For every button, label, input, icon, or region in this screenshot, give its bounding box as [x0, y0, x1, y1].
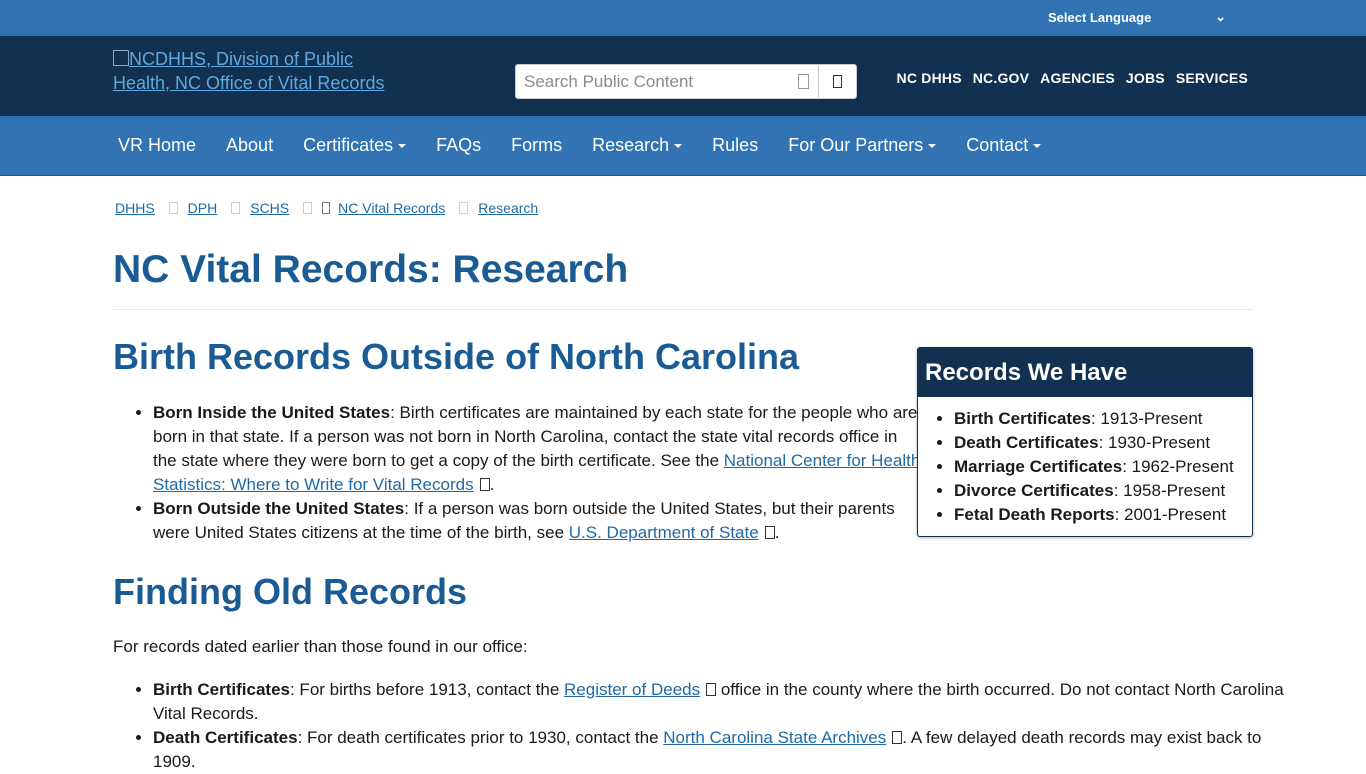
chevron-right-icon	[231, 202, 241, 214]
chevron-right-icon	[459, 202, 469, 214]
search-icon	[833, 75, 842, 88]
main-nav: VR Home About Certificates FAQs Forms Re…	[0, 116, 1366, 176]
chevron-down-icon: ⌄	[1215, 9, 1226, 24]
list-item: Born Outside the United States: If a per…	[153, 497, 923, 545]
top-link-services[interactable]: SERVICES	[1176, 70, 1248, 86]
nav-item-certificates[interactable]: Certificates	[288, 116, 421, 175]
nc-state-archives-link[interactable]: North Carolina State Archives	[663, 728, 886, 747]
chevron-right-icon	[168, 202, 178, 214]
search-box	[515, 64, 857, 99]
records-we-have-card: Records We Have Birth Certificates: 1913…	[917, 347, 1253, 537]
old-records-list: Birth Certificates: For births before 19…	[113, 678, 1293, 774]
external-link-icon	[892, 731, 903, 744]
nav-item-rules[interactable]: Rules	[697, 116, 773, 175]
top-links: NC DHHS NC.GOV AGENCIES JOBS SERVICES	[897, 70, 1248, 86]
list-item: Marriage Certificates: 1962-Present	[954, 455, 1252, 479]
card-heading: Records We Have	[918, 348, 1252, 397]
finding-old-records-heading: Finding Old Records	[113, 571, 468, 612]
register-of-deeds-link[interactable]: Register of Deeds	[564, 680, 700, 699]
divider	[113, 309, 1253, 310]
site-logo-link[interactable]: NCDHHS, Division of Public Health, NC Of…	[113, 47, 413, 95]
home-icon	[322, 202, 331, 214]
nav-item-faqs[interactable]: FAQs	[421, 116, 496, 175]
nav-item-vr-home[interactable]: VR Home	[103, 116, 211, 175]
chevron-right-icon	[303, 202, 313, 214]
breadcrumb: DHHS DPH SCHS NC Vital Records Research	[115, 200, 538, 216]
keyboard-icon[interactable]	[788, 66, 818, 97]
top-link-jobs[interactable]: JOBS	[1126, 70, 1165, 86]
page-title: NC Vital Records: Research	[113, 248, 629, 291]
list-item: Death Certificates: 1930-Present	[954, 431, 1252, 455]
birth-records-list: Born Inside the United States: Birth cer…	[113, 401, 923, 545]
list-item: Born Inside the United States: Birth cer…	[153, 401, 923, 497]
old-records-intro: For records dated earlier than those fou…	[113, 637, 528, 656]
breadcrumb-dhhs[interactable]: DHHS	[115, 200, 155, 216]
nav-item-contact[interactable]: Contact	[951, 116, 1056, 175]
us-department-of-state-link[interactable]: U.S. Department of State	[569, 523, 759, 542]
breadcrumb-dph[interactable]: DPH	[188, 200, 218, 216]
caret-down-icon	[674, 143, 683, 148]
broken-image-icon	[113, 50, 129, 66]
caret-down-icon	[398, 143, 407, 148]
nav-item-about[interactable]: About	[211, 116, 288, 175]
breadcrumb-schs[interactable]: SCHS	[250, 200, 289, 216]
language-select[interactable]: Select Language ⌄	[1048, 9, 1232, 28]
top-link-nc-dhhs[interactable]: NC DHHS	[897, 70, 962, 86]
list-item: Fetal Death Reports: 2001-Present	[954, 503, 1252, 527]
external-link-icon	[706, 683, 717, 696]
external-link-icon	[479, 478, 490, 491]
top-link-nc-gov[interactable]: NC.GOV	[973, 70, 1029, 86]
search-input[interactable]	[516, 66, 788, 97]
search-button[interactable]	[818, 66, 856, 97]
top-link-agencies[interactable]: AGENCIES	[1040, 70, 1115, 86]
external-link-icon	[764, 526, 775, 539]
caret-down-icon	[1033, 143, 1042, 148]
nav-item-for-our-partners[interactable]: For Our Partners	[773, 116, 951, 175]
birth-records-heading: Birth Records Outside of North Carolina	[113, 336, 800, 377]
list-item: Divorce Certificates: 1958-Present	[954, 479, 1252, 503]
logo-alt-text: NCDHHS, Division of Public Health, NC Of…	[113, 49, 385, 93]
breadcrumb-research[interactable]: Research	[478, 200, 538, 216]
language-select-label: Select Language	[1048, 10, 1152, 25]
caret-down-icon	[928, 143, 937, 148]
list-item: Birth Certificates: For births before 19…	[153, 678, 1293, 726]
nav-item-forms[interactable]: Forms	[496, 116, 577, 175]
list-item: Death Certificates: For death certificat…	[153, 726, 1293, 774]
list-item: Birth Certificates: 1913-Present	[954, 407, 1252, 431]
breadcrumb-nc-vital-records[interactable]: NC Vital Records	[338, 200, 445, 216]
site-header: NCDHHS, Division of Public Health, NC Of…	[0, 36, 1366, 116]
records-list: Birth Certificates: 1913-Present Death C…	[918, 397, 1252, 527]
nav-item-research[interactable]: Research	[577, 116, 697, 175]
language-bar: Select Language ⌄	[0, 0, 1366, 36]
